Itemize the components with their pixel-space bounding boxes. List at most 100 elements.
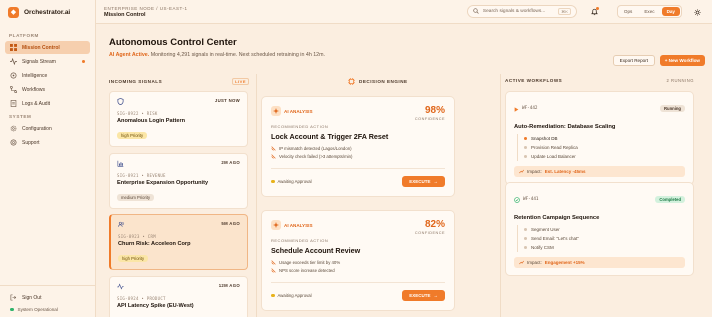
agent-status-highlight: AI Agent Active. xyxy=(109,52,150,58)
reason-text: NPS score increase detected xyxy=(279,268,335,273)
execute-label: EXECUTE xyxy=(409,179,431,184)
status-dot xyxy=(271,179,275,184)
impact-label: Impact: xyxy=(527,260,542,265)
signal-title: Enterprise Expansion Opportunity xyxy=(117,180,209,186)
ai-analysis-label: AI ANALYSIS xyxy=(284,222,313,228)
search-input[interactable]: Search signals & workflows... ⌘K xyxy=(466,5,577,18)
step-dot xyxy=(524,246,527,249)
step-label: Snapshot DB xyxy=(531,136,558,141)
mode-switcher: Ops Exec Day xyxy=(616,5,682,18)
new-workflow-button[interactable]: + New Workflow xyxy=(659,55,705,66)
pulse-icon xyxy=(117,283,124,290)
top-bar: ENTERPRISE NODE / US-EAST-1 Mission Cont… xyxy=(96,0,712,24)
approval-status: Awaiting Approval xyxy=(271,179,312,184)
decision-card: AI ANALYSIS 98% CONFIDENCE RECOMMENDED A… xyxy=(261,96,455,197)
impact-value: Est. Latency -45ms xyxy=(544,169,586,174)
sidebar-item-label: Mission Control xyxy=(22,44,60,51)
arrow-right-icon: → xyxy=(433,179,439,184)
users-icon xyxy=(118,221,125,228)
workflow-title: Retention Campaign Sequence xyxy=(514,215,600,221)
workflow-step: Snapshot DB xyxy=(521,134,685,143)
live-badge: LIVE xyxy=(232,78,249,85)
active-workflows-label: ACTIVE WORKFLOWS xyxy=(505,78,563,83)
check-icon xyxy=(271,260,276,265)
check-icon xyxy=(271,268,276,273)
page-header: Autonomous Control Center AI Agent Activ… xyxy=(96,24,712,76)
mode-exec-button[interactable]: Exec xyxy=(639,7,659,16)
grid-icon xyxy=(10,44,17,51)
engine-icon xyxy=(348,78,355,85)
trend-icon xyxy=(519,260,524,266)
priority-badge: high Priority xyxy=(117,132,148,139)
logo[interactable]: ◆ Orchestrator.ai xyxy=(0,0,95,24)
sidebar-item-label: Workflows xyxy=(22,86,45,93)
step-label: Provision Read Replica xyxy=(531,145,578,150)
sidebar-item-configuration[interactable]: Configuration xyxy=(5,122,90,135)
system-status: System Operational xyxy=(0,305,96,314)
reason-item: Velocity check failed (>3 attempts/min) xyxy=(271,154,445,159)
signal-title: Churn Risk: Acceleon Corp xyxy=(118,241,191,247)
ai-analysis-label: AI ANALYSIS xyxy=(284,108,313,114)
workflow-step: Notify CSM xyxy=(521,243,685,252)
execute-label: EXECUTE xyxy=(409,293,431,298)
notifications-button[interactable] xyxy=(588,5,602,19)
theme-toggle-button[interactable] xyxy=(690,5,704,19)
step-label: Segment User xyxy=(531,227,560,232)
breadcrumb: ENTERPRISE NODE / US-EAST-1 Mission Cont… xyxy=(104,6,188,18)
platform-section-label: PLATFORM xyxy=(9,33,39,38)
sidebar-footer: Sign Out System Operational xyxy=(0,285,96,317)
column-divider xyxy=(256,74,257,317)
step-dot xyxy=(524,155,527,158)
status-dot xyxy=(10,307,14,312)
approval-status-text: Awaiting Approval xyxy=(277,293,312,298)
sparkle-icon xyxy=(271,106,281,116)
confidence-value: 98% xyxy=(424,105,445,116)
decision-card: AI ANALYSIS 82% CONFIDENCE RECOMMENDED A… xyxy=(261,210,455,311)
sidebar-item-signals-stream[interactable]: Signals Stream xyxy=(5,55,90,68)
sidebar-item-intelligence[interactable]: Intelligence xyxy=(5,69,90,82)
priority-badge: high Priority xyxy=(118,255,149,262)
incoming-signals-label: INCOMING SIGNALS xyxy=(109,79,163,84)
signal-card-selected[interactable]: 5M AGO SIG-8923 • CRM Churn Risk: Accele… xyxy=(109,214,248,270)
signal-card[interactable]: JUST NOW SIG-8922 • RISK Anomalous Login… xyxy=(109,91,248,147)
step-dot xyxy=(524,237,527,240)
impact-banner: Impact: Engagement +15% xyxy=(514,257,685,268)
decision-engine-heading: DECISION ENGINE xyxy=(348,78,408,85)
mode-ops-button[interactable]: Ops xyxy=(619,7,637,16)
sidebar-item-support[interactable]: Support xyxy=(5,136,90,149)
signal-icon xyxy=(10,58,17,65)
workflow-title: Auto-Remediation: Database Scaling xyxy=(514,124,616,130)
signal-time: 12M AGO xyxy=(218,283,240,288)
workflow-status-badge: Running xyxy=(660,104,685,112)
active-workflows-heading: ACTIVE WORKFLOWS 2 RUNNING xyxy=(505,78,694,83)
sidebar-item-logs-audit[interactable]: Logs & Audit xyxy=(5,97,90,110)
agent-status-detail: Monitoring 4,291 signals in real-time. N… xyxy=(149,52,326,58)
export-report-button[interactable]: Export Report xyxy=(612,55,655,66)
reason-item: Usage exceeds tier limit by 40% xyxy=(271,260,445,265)
page-title: Mission Control xyxy=(104,11,146,18)
sidebar-item-mission-control[interactable]: Mission Control xyxy=(5,41,90,54)
signal-card[interactable]: 2M AGO SIG-8921 • REVENUE Enterprise Exp… xyxy=(109,153,248,209)
step-dot xyxy=(524,137,527,140)
execute-button[interactable]: EXECUTE → xyxy=(402,290,445,301)
mode-day-button[interactable]: Day xyxy=(661,7,680,16)
sidebar-item-label: Intelligence xyxy=(22,72,48,79)
shield-icon xyxy=(117,98,124,105)
sign-out-button[interactable]: Sign Out xyxy=(5,291,91,304)
system-section-label: SYSTEM xyxy=(9,114,32,119)
search-icon xyxy=(473,7,479,16)
workflow-card[interactable]: WF-441 Completed Retention Campaign Sequ… xyxy=(505,182,694,276)
sidebar-item-label: Configuration xyxy=(22,125,52,132)
sign-out-label: Sign Out xyxy=(22,294,42,301)
running-count: 2 RUNNING xyxy=(666,78,694,83)
reason-item: IP mismatch detected (Lagos/London) xyxy=(271,146,445,151)
signal-card[interactable]: 12M AGO SIG-8924 • PRODUCT API Latency S… xyxy=(109,276,248,317)
sidebar-item-workflows[interactable]: Workflows xyxy=(5,83,90,96)
logo-icon: ◆ xyxy=(8,6,19,18)
workflow-step: Provision Read Replica xyxy=(521,143,685,152)
execute-button[interactable]: EXECUTE → xyxy=(402,176,445,187)
recommended-action-label: RECOMMENDED ACTION xyxy=(271,238,329,243)
system-status-text: System Operational xyxy=(17,307,58,312)
workflow-card[interactable]: WF-442 Running Auto-Remediation: Databas… xyxy=(505,91,694,185)
workflow-id: WF-441 xyxy=(523,196,539,202)
